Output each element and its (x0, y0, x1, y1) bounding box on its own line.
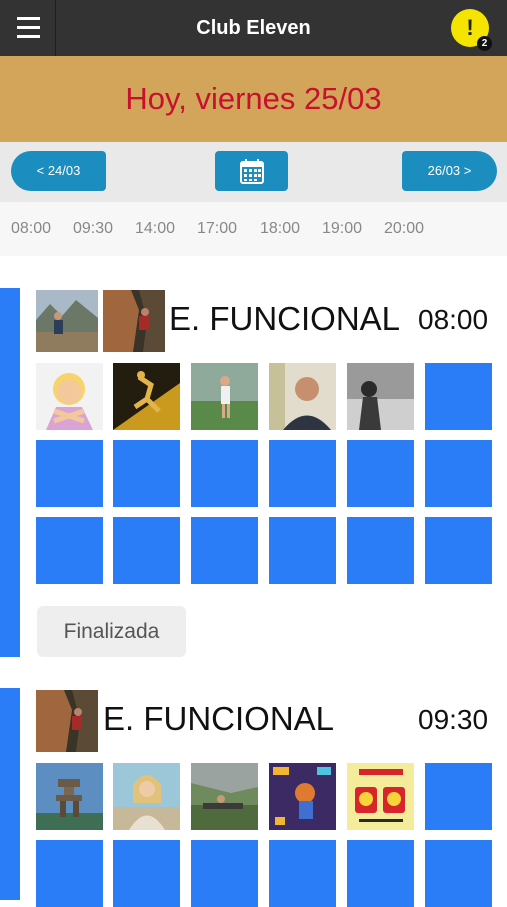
class-name: E. FUNCIONAL (169, 300, 401, 337)
instructor-photo-climber (103, 290, 165, 352)
free-slot[interactable] (113, 440, 180, 507)
calendar-button[interactable] (215, 151, 288, 191)
attendee-avatar[interactable] (269, 363, 336, 430)
attendee-avatar[interactable] (269, 763, 336, 830)
free-slot[interactable] (347, 440, 414, 507)
date-title: Hoy, viernes 25/03 (125, 81, 382, 116)
free-slot[interactable] (36, 440, 103, 507)
previous-day-button[interactable]: < 24/03 (11, 151, 106, 191)
free-slot[interactable] (425, 363, 492, 430)
free-slot[interactable] (36, 517, 103, 584)
date-navigation: < 24/03 26/03 > (0, 142, 507, 202)
app-title: Club Eleven (196, 17, 311, 39)
top-bar: Club Eleven ! 2 (0, 0, 507, 56)
free-slot[interactable] (347, 840, 414, 907)
attendee-avatar[interactable] (191, 363, 258, 430)
class-time: 09:30 (418, 704, 489, 735)
time-tab-0930[interactable]: 09:30 (73, 202, 113, 256)
free-slot[interactable] (36, 840, 103, 907)
date-banner: Hoy, viernes 25/03 (0, 56, 507, 142)
attendee-avatar[interactable] (113, 763, 180, 830)
next-day-button[interactable]: 26/03 > (402, 151, 497, 191)
attendee-avatar[interactable] (113, 363, 180, 430)
class-card-0930[interactable]: E. FUNCIONAL 09:30 (0, 688, 507, 907)
free-slot[interactable] (425, 840, 492, 907)
free-slot[interactable] (269, 840, 336, 907)
free-slot[interactable] (113, 517, 180, 584)
free-slot[interactable] (269, 517, 336, 584)
class-status-button[interactable]: Finalizada (37, 606, 186, 657)
free-slot[interactable] (425, 440, 492, 507)
calendar-icon (239, 159, 264, 184)
attendee-avatar[interactable] (347, 763, 414, 830)
free-slot[interactable] (113, 840, 180, 907)
notifications-button[interactable]: ! 2 (451, 9, 492, 51)
attendee-avatar[interactable] (191, 763, 258, 830)
class-side-bar (0, 288, 20, 657)
class-time: 08:00 (418, 304, 489, 335)
attendee-avatar[interactable] (347, 363, 414, 430)
free-slot[interactable] (269, 440, 336, 507)
time-tab-2000[interactable]: 20:00 (384, 202, 424, 256)
attendee-avatar[interactable] (36, 363, 103, 430)
free-slot[interactable] (425, 517, 492, 584)
free-slot[interactable] (191, 840, 258, 907)
time-tab-0800[interactable]: 08:00 (11, 202, 51, 256)
time-tab-1800[interactable]: 18:00 (260, 202, 300, 256)
free-slot[interactable] (347, 517, 414, 584)
time-tab-1900[interactable]: 19:00 (322, 202, 362, 256)
class-side-bar (0, 688, 20, 900)
time-tab-1700[interactable]: 17:00 (197, 202, 237, 256)
time-tab-1400[interactable]: 14:00 (135, 202, 175, 256)
attendee-avatar[interactable] (36, 763, 103, 830)
free-slot[interactable] (425, 763, 492, 830)
time-tabs: 08:00 09:30 14:00 17:00 18:00 19:00 20:0… (0, 202, 507, 256)
class-card-0800[interactable]: E. FUNCIONAL 08:00 Finalizada (0, 288, 507, 660)
notification-count-badge: 2 (477, 36, 492, 51)
instructor-photo-climber (36, 690, 98, 752)
free-slot[interactable] (191, 517, 258, 584)
instructor-photo-mountain (36, 290, 98, 352)
hamburger-menu-icon[interactable] (0, 0, 56, 56)
class-name: E. FUNCIONAL (103, 700, 335, 737)
free-slot[interactable] (191, 440, 258, 507)
